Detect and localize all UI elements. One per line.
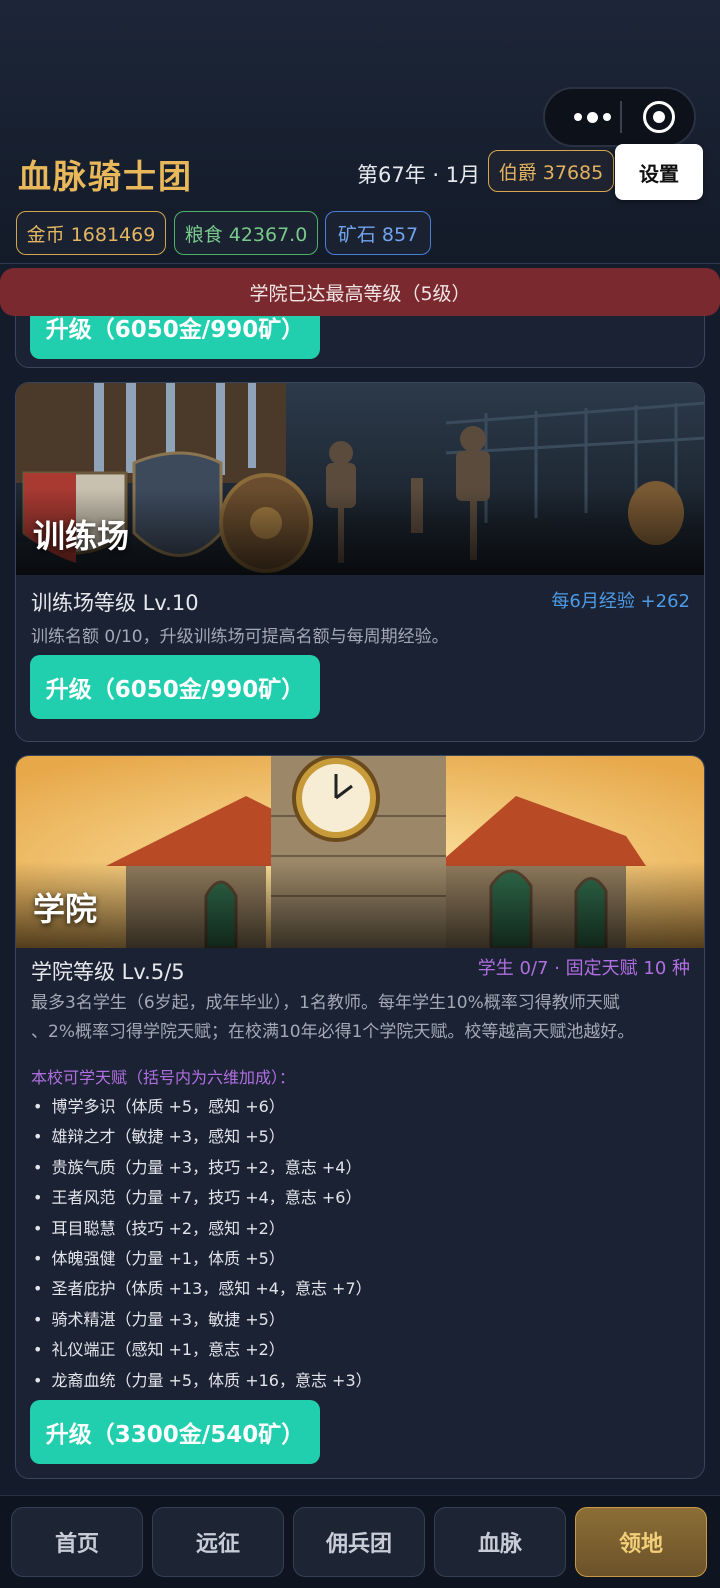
- upgrade-button[interactable]: 升级（3300金/540矿）: [30, 1400, 320, 1464]
- bottom-tab-bar: 首页 远征 佣兵团 血脉 领地: [0, 1495, 720, 1588]
- settings-button[interactable]: 设置: [615, 144, 703, 200]
- talent-list: 博学多识（体质 +5，感知 +6） 雄辩之才（敏捷 +3，感知 +5） 贵族气质…: [33, 1092, 372, 1396]
- talent-list-header: 本校可学天赋（括号内为六维加成）：: [31, 1068, 296, 1087]
- game-date: 第67年 · 1月: [357, 163, 481, 187]
- building-card-academy: 学院 学院等级 Lv.5/5 学生 0/7 · 固定天赋 10 种 最多3名学生…: [15, 755, 705, 1479]
- tab-home[interactable]: 首页: [11, 1507, 143, 1577]
- list-item: 骑术精湛（力量 +3，敏捷 +5）: [33, 1305, 372, 1335]
- tab-expedition[interactable]: 远征: [152, 1507, 284, 1577]
- list-item: 博学多识（体质 +5，感知 +6）: [33, 1092, 372, 1122]
- list-item: 龙裔血统（力量 +5，体质 +16，意志 +3）: [33, 1366, 371, 1396]
- description-line: 、2%概率习得学院天赋；在校满10年必得1个学院天赋。校等越高天赋池越好。: [31, 1022, 635, 1042]
- ore-resource: 矿石 857: [325, 211, 431, 255]
- description-line: 最多3名学生（6岁起，成年毕业），1名教师。每年学生10%概率习得教师天赋: [31, 993, 620, 1013]
- list-item: 雄辩之才（敏捷 +3，感知 +5）: [33, 1122, 372, 1152]
- experience-rate: 每6月经验 +262: [551, 591, 690, 612]
- upgrade-button[interactable]: 升级（6050金/990矿）: [30, 655, 320, 719]
- rank-badge: 伯爵 37685: [488, 150, 614, 192]
- list-item: 圣者庇护（体质 +13，感知 +4，意志 +7）: [33, 1274, 371, 1304]
- list-item: 贵族气质（力量 +3，技巧 +2，意志 +4）: [33, 1153, 372, 1183]
- list-item: 礼仪端正（感知 +1，意志 +2）: [33, 1335, 372, 1365]
- app-title: 血脉骑士团: [18, 157, 193, 196]
- close-target-icon[interactable]: [643, 101, 675, 133]
- building-description: 最多3名学生（6岁起，成年毕业），1名教师。每年学生10%概率习得教师天赋 、2…: [31, 989, 634, 1047]
- tab-territory[interactable]: 领地: [575, 1507, 707, 1577]
- list-item: 体魄强健（力量 +1，体质 +5）: [33, 1244, 372, 1274]
- academy-illustration: 学院: [16, 756, 704, 948]
- top-header: 血脉骑士团 第67年 · 1月 伯爵 37685 设置 金币 1681469 粮…: [0, 0, 720, 264]
- building-level: 学院等级 Lv.5/5: [31, 960, 185, 984]
- training-ground-illustration: 训练场: [16, 383, 704, 575]
- building-description: 训练名额 0/10，升级训练场可提高名额与每周期经验。: [31, 627, 449, 647]
- list-item: 耳目聪慧（技巧 +2，感知 +2）: [33, 1214, 372, 1244]
- more-icon[interactable]: [563, 89, 621, 145]
- mini-program-capsule: [543, 87, 696, 147]
- food-resource: 粮食 42367.0: [174, 211, 318, 255]
- list-item: 王者风范（力量 +7，技巧 +4，意志 +6）: [33, 1183, 372, 1213]
- building-name: 学院: [33, 890, 98, 928]
- academy-stats: 学生 0/7 · 固定天赋 10 种: [477, 958, 690, 979]
- toast-message: 学院已达最高等级（5级）: [0, 268, 720, 316]
- building-level: 训练场等级 Lv.10: [31, 591, 199, 615]
- building-card-training-ground: 训练场 训练场等级 Lv.10 每6月经验 +262 训练名额 0/10，升级训…: [15, 382, 705, 742]
- tab-mercenaries[interactable]: 佣兵团: [293, 1507, 425, 1577]
- tab-bloodline[interactable]: 血脉: [434, 1507, 566, 1577]
- building-name: 训练场: [33, 517, 130, 555]
- gold-resource: 金币 1681469: [16, 211, 166, 255]
